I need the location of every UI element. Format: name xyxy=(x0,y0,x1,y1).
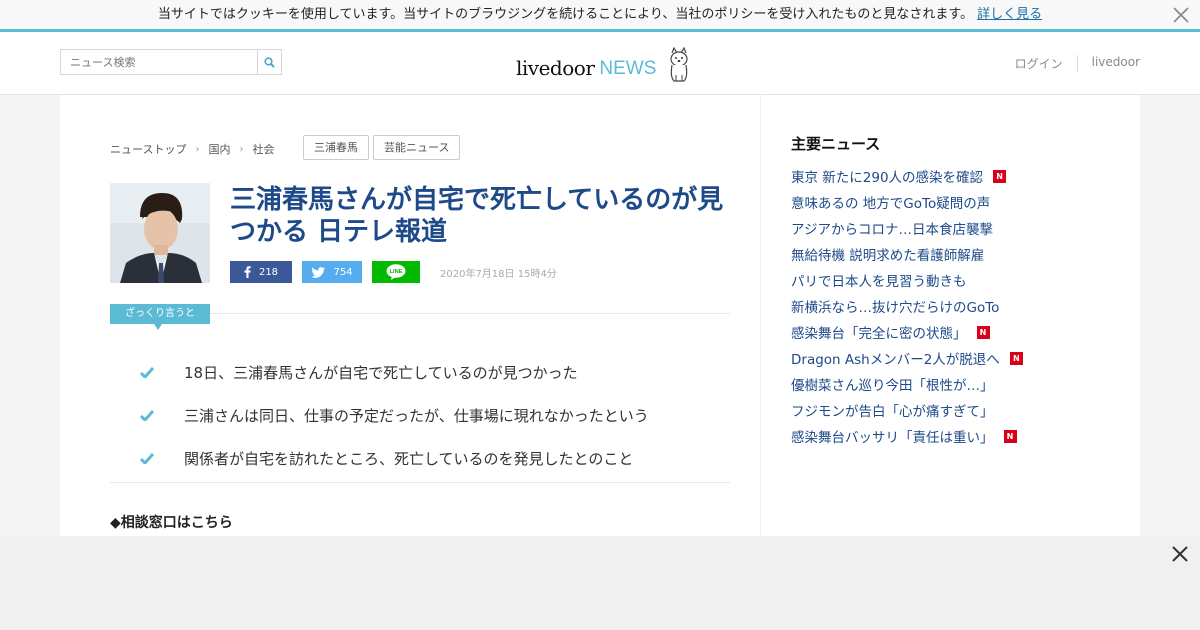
breadcrumb-separator: › xyxy=(195,143,200,155)
new-badge: N xyxy=(1003,429,1017,443)
news-item[interactable]: 意味あるの 地方でGoTo疑問の声 xyxy=(791,189,1023,215)
news-item-title[interactable]: フジモンが告白「心が痛すぎて」 xyxy=(791,400,994,420)
news-item-title[interactable]: 新横浜なら…抜け穴だらけのGoTo xyxy=(791,296,999,316)
facebook-share-count: 218 xyxy=(258,266,279,278)
news-item[interactable]: 東京 新たに290人の感染を確認 N xyxy=(791,163,1023,189)
line-icon: LINE xyxy=(386,264,406,280)
consult-heading: ◆相談窓口はこちら xyxy=(110,515,233,531)
news-item-title[interactable]: 感染舞台「完全に密の状態」 xyxy=(791,322,967,342)
news-item[interactable]: 優樹菜さん巡り今田「根性が…」 xyxy=(791,371,1023,397)
dog-mascot-icon xyxy=(670,47,688,82)
summary-divider xyxy=(210,313,730,314)
tag-list: 三浦春馬 芸能ニュース xyxy=(303,135,464,160)
summary-text: 三浦さんは同日、仕事の予定だったが、仕事場に現れなかったという xyxy=(184,407,649,425)
news-item[interactable]: 新横浜なら…抜け穴だらけのGoTo xyxy=(791,293,1023,319)
summary-label: ざっくり言うと xyxy=(110,304,210,330)
cookie-notice-bar: 当サイトではクッキーを使用しています。当サイトのブラウジングを続けることにより、… xyxy=(0,0,1200,32)
breadcrumb: ニューストップ › 国内 › 社会 xyxy=(110,141,274,157)
news-item-title[interactable]: 優樹菜さん巡り今田「根性が…」 xyxy=(791,374,994,394)
close-icon[interactable] xyxy=(1170,544,1190,564)
article-title: 三浦春馬さんが自宅で死亡しているのが見つかる 日テレ報道 xyxy=(230,185,724,247)
tag-miura-haruma[interactable]: 三浦春馬 xyxy=(303,135,369,160)
sidebar-title: 主要ニュース xyxy=(791,135,881,153)
logo-livedoor: livedoor xyxy=(516,56,595,80)
breadcrumb-separator: › xyxy=(239,143,244,155)
news-item-title[interactable]: Dragon Ashメンバー2人が脱退へ xyxy=(791,348,1000,368)
article-date: 2020年7月18日 15時4分 xyxy=(440,268,557,280)
summary-text: 18日、三浦春馬さんが自宅で死亡しているのが見つかった xyxy=(184,364,578,382)
checkmark-icon xyxy=(139,450,184,468)
twitter-icon xyxy=(311,266,326,278)
cookie-details-link[interactable]: 詳しく見る xyxy=(977,7,1042,22)
close-icon[interactable] xyxy=(1172,6,1190,24)
news-item-title[interactable]: 無給待機 説明求めた看護師解雇 xyxy=(791,244,984,264)
news-item[interactable]: 感染舞台「完全に密の状態」 N xyxy=(791,319,1023,345)
summary-item: 三浦さんは同日、仕事の予定だったが、仕事場に現れなかったという xyxy=(139,394,649,437)
new-badge: N xyxy=(976,325,990,339)
new-badge: N xyxy=(993,169,1007,183)
person-photo-icon xyxy=(110,183,210,283)
header-links: ログイン livedoor xyxy=(1001,55,1140,72)
news-item-title[interactable]: パリで日本人を見習う動きも xyxy=(791,270,967,290)
search-icon xyxy=(264,56,275,68)
article-thumbnail xyxy=(110,183,210,283)
facebook-icon xyxy=(244,266,251,278)
line-icon-label: LINE xyxy=(390,269,403,275)
news-item[interactable]: フジモンが告白「心が痛すぎて」 xyxy=(791,397,1023,423)
summary-text: 関係者が自宅を訪れたところ、死亡しているのを発見したとのこと xyxy=(184,450,634,468)
site-header: livedoor NEWS ログイン livedoor xyxy=(0,32,1200,95)
news-item-title[interactable]: 感染舞台バッサリ「責任は重い」 xyxy=(791,426,994,446)
site-logo[interactable]: livedoor NEWS xyxy=(516,44,692,82)
summary-item: 18日、三浦春馬さんが自宅で死亡しているのが見つかった xyxy=(139,351,649,394)
section-divider xyxy=(110,482,730,483)
line-share-button[interactable]: LINE xyxy=(372,261,420,283)
top-news-list: 東京 新たに290人の感染を確認 N 意味あるの 地方でGoTo疑問の声 アジアからコ… xyxy=(791,163,1023,449)
tag-entertainment-news[interactable]: 芸能ニュース xyxy=(373,135,461,160)
livedoor-link[interactable]: livedoor xyxy=(1078,55,1140,72)
breadcrumb-item[interactable]: ニューストップ xyxy=(110,141,186,157)
news-item[interactable]: 感染舞台バッサリ「責任は重い」 N xyxy=(791,423,1023,449)
summary-item: 関係者が自宅を訪れたところ、死亡しているのを発見したとのこと xyxy=(139,437,649,480)
breadcrumb-item[interactable]: 国内 xyxy=(208,141,230,157)
checkmark-icon xyxy=(139,407,184,425)
breadcrumb-item[interactable]: 社会 xyxy=(252,141,274,157)
ad-banner xyxy=(0,536,1200,630)
facebook-share-button[interactable]: 218 xyxy=(230,261,292,283)
news-item-title[interactable]: 東京 新たに290人の感染を確認 xyxy=(791,166,983,186)
search-box xyxy=(60,49,282,75)
twitter-share-button[interactable]: 754 xyxy=(302,261,362,283)
news-item[interactable]: 無給待機 説明求めた看護師解雇 xyxy=(791,241,1023,267)
news-item-title[interactable]: 意味あるの 地方でGoTo疑問の声 xyxy=(791,192,990,212)
news-item[interactable]: パリで日本人を見習う動きも xyxy=(791,267,1023,293)
cookie-message: 当サイトではクッキーを使用しています。当サイトのブラウジングを続けることにより、… xyxy=(157,7,974,22)
search-input[interactable] xyxy=(61,50,257,74)
summary-list: 18日、三浦春馬さんが自宅で死亡しているのが見つかった 三浦さんは同日、仕事の予… xyxy=(139,351,649,480)
twitter-share-count: 754 xyxy=(333,266,353,278)
news-item[interactable]: アジアからコロナ…日本食店襲撃 xyxy=(791,215,1023,241)
search-button[interactable] xyxy=(257,50,281,74)
new-badge: N xyxy=(1009,351,1023,365)
share-bar: 218 754 LINE 2020年7月18日 15時4分 xyxy=(230,261,557,283)
news-item-title[interactable]: アジアからコロナ…日本食店襲撃 xyxy=(791,218,993,238)
news-item[interactable]: Dragon Ashメンバー2人が脱退へ N xyxy=(791,345,1023,371)
logo-news: NEWS xyxy=(599,58,657,79)
checkmark-icon xyxy=(139,364,184,382)
login-link[interactable]: ログイン xyxy=(1001,55,1078,72)
